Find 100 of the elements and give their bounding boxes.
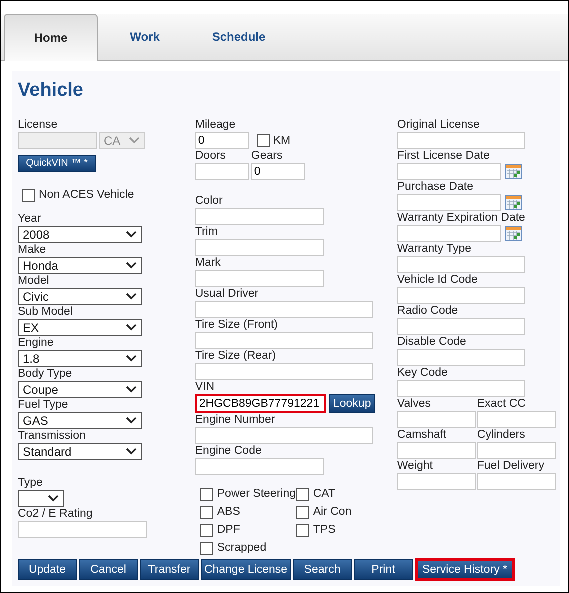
checkbox-label: Air Con xyxy=(313,506,352,518)
chevron-icon xyxy=(126,262,137,269)
text-field[interactable] xyxy=(195,332,374,349)
quickvin-button[interactable]: QuickVIN ™ * xyxy=(18,155,96,172)
dropdown[interactable]: Honda xyxy=(18,257,142,274)
field-label: Model xyxy=(18,274,50,288)
text-field[interactable]: 0 xyxy=(195,132,250,149)
checkbox-label: DPF xyxy=(217,524,240,536)
dropdown[interactable]: 1.8 xyxy=(18,350,142,367)
action-button[interactable]: Transfer xyxy=(140,559,199,580)
text-field[interactable] xyxy=(397,163,502,180)
field-label: Vehicle Id Code xyxy=(397,273,479,287)
checkbox[interactable] xyxy=(296,488,310,500)
checkbox[interactable] xyxy=(296,524,310,536)
field-label: Fuel Type xyxy=(18,398,70,412)
field-label: Key Code xyxy=(397,366,449,380)
text-field[interactable] xyxy=(397,411,476,428)
checkbox[interactable] xyxy=(296,506,310,518)
field-label: Transmission xyxy=(18,429,87,443)
checkbox[interactable] xyxy=(200,506,214,518)
field-label: Cylinders xyxy=(477,428,526,442)
field-label: Mileage xyxy=(195,118,237,132)
text-field[interactable] xyxy=(195,163,250,180)
text-field[interactable] xyxy=(397,380,526,397)
field-label: Original License xyxy=(397,118,481,132)
field-label: Tire Size (Front) xyxy=(195,318,280,332)
action-button[interactable]: Update xyxy=(18,559,77,580)
text-field[interactable] xyxy=(18,521,147,538)
tab[interactable]: Home xyxy=(4,14,98,61)
text-field[interactable]: 0 xyxy=(251,163,306,180)
field-label: Body Type xyxy=(18,367,74,381)
text-field[interactable] xyxy=(397,287,526,304)
field-label: Co2 / E Rating xyxy=(18,507,94,521)
checkbox-label: TPS xyxy=(313,524,336,536)
text-field[interactable] xyxy=(195,239,324,256)
field-label: License xyxy=(18,118,59,132)
checkbox-label: Scrapped xyxy=(217,542,267,554)
text-field[interactable] xyxy=(397,256,526,273)
dropdown[interactable]: 2008 xyxy=(18,226,142,243)
dropdown[interactable]: Standard xyxy=(18,443,142,460)
checkbox[interactable] xyxy=(200,524,214,536)
text-field[interactable] xyxy=(397,225,502,242)
text-field[interactable] xyxy=(477,473,556,490)
field-label: Warranty Type xyxy=(397,242,473,256)
action-button[interactable]: Search xyxy=(293,559,352,580)
text-field[interactable] xyxy=(397,194,502,211)
dropdown[interactable]: EX xyxy=(18,319,142,336)
checkbox-label: KM xyxy=(273,134,291,146)
field-label: Engine xyxy=(18,336,55,350)
text-field[interactable] xyxy=(397,442,476,459)
checkbox-label: Power Steering xyxy=(217,488,296,500)
text-field[interactable] xyxy=(195,270,324,287)
text-field[interactable] xyxy=(397,473,476,490)
action-button[interactable]: Service History * xyxy=(415,558,515,581)
dropdown[interactable] xyxy=(18,490,64,507)
field-label: Fuel Delivery xyxy=(477,459,546,473)
dropdown[interactable]: GAS xyxy=(18,412,142,429)
checkbox[interactable] xyxy=(22,188,35,202)
tab[interactable]: Schedule xyxy=(192,14,286,60)
calendar-icon[interactable] xyxy=(505,226,522,241)
action-button[interactable]: Change License xyxy=(201,559,291,580)
field-label: Radio Code xyxy=(397,304,460,318)
checkbox[interactable] xyxy=(257,134,270,147)
text-field[interactable] xyxy=(195,427,374,444)
checkbox[interactable] xyxy=(200,488,214,500)
chevron-icon xyxy=(126,231,137,238)
field-label: Sub Model xyxy=(18,305,74,319)
field-label: Usual Driver xyxy=(195,287,260,301)
chevron-icon xyxy=(129,137,140,144)
field-label: Year xyxy=(18,212,42,226)
field-label: First License Date xyxy=(397,149,492,163)
field-label: Purchase Date xyxy=(397,180,474,194)
dropdown[interactable]: Coupe xyxy=(18,381,142,398)
text-field[interactable] xyxy=(477,411,556,428)
text-field[interactable] xyxy=(397,132,526,149)
text-field[interactable] xyxy=(195,363,374,380)
tab[interactable]: Work xyxy=(98,14,192,60)
field-label: Valves xyxy=(397,397,432,411)
action-button[interactable]: Print xyxy=(354,559,413,580)
action-button[interactable]: Cancel xyxy=(79,559,138,580)
field-label: Tire Size (Rear) xyxy=(195,349,278,363)
field-label: Mark xyxy=(195,256,222,270)
checkbox[interactable] xyxy=(200,542,214,554)
text-field[interactable] xyxy=(195,208,324,225)
text-field[interactable] xyxy=(397,318,526,335)
dropdown[interactable]: Civic xyxy=(18,288,142,305)
lookup-button[interactable]: Lookup xyxy=(329,394,376,413)
field-label: Trim xyxy=(195,225,219,239)
text-field[interactable] xyxy=(195,458,324,475)
text-field[interactable] xyxy=(397,349,526,366)
text-field[interactable] xyxy=(477,442,556,459)
text-field[interactable] xyxy=(195,301,374,318)
field-label: Weight xyxy=(397,459,434,473)
field-label: Disable Code xyxy=(397,335,468,349)
vin-field[interactable]: 2HGCB89GB77791221 xyxy=(195,394,326,413)
field-label: Doors xyxy=(195,149,228,163)
field-label: Make xyxy=(18,243,48,257)
calendar-icon[interactable] xyxy=(505,195,522,210)
calendar-icon[interactable] xyxy=(505,164,522,179)
chevron-icon xyxy=(126,448,137,455)
